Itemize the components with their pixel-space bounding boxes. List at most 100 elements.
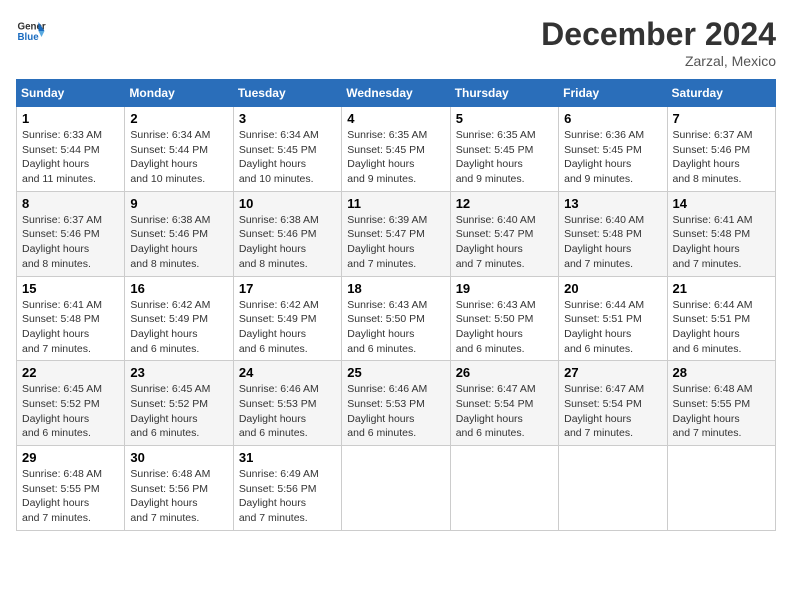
- logo: General Blue: [16, 16, 46, 46]
- day-number: 29: [22, 450, 119, 465]
- day-number: 31: [239, 450, 336, 465]
- weekday-thursday: Thursday: [450, 80, 558, 107]
- day-info: Sunrise: 6:45 AMSunset: 5:52 PMDaylight …: [130, 382, 227, 441]
- day-number: 2: [130, 111, 227, 126]
- day-info: Sunrise: 6:35 AMSunset: 5:45 PMDaylight …: [347, 128, 444, 187]
- day-cell: 2 Sunrise: 6:34 AMSunset: 5:44 PMDaylight…: [125, 107, 233, 192]
- day-number: 5: [456, 111, 553, 126]
- day-number: 25: [347, 365, 444, 380]
- day-info: Sunrise: 6:34 AMSunset: 5:44 PMDaylight …: [130, 128, 227, 187]
- weekday-saturday: Saturday: [667, 80, 775, 107]
- week-row-2: 8 Sunrise: 6:37 AMSunset: 5:46 PMDaylight…: [17, 191, 776, 276]
- logo-icon: General Blue: [16, 16, 46, 46]
- day-number: 22: [22, 365, 119, 380]
- day-cell: 16Sunrise: 6:42 AMSunset: 5:49 PMDayligh…: [125, 276, 233, 361]
- day-info: Sunrise: 6:48 AMSunset: 5:55 PMDaylight …: [673, 382, 770, 441]
- day-info: Sunrise: 6:38 AMSunset: 5:46 PMDaylight …: [239, 213, 336, 272]
- day-number: 13: [564, 196, 661, 211]
- day-cell: 31 Sunrise: 6:49 AMSunset: 5:56 PMDayligh…: [233, 446, 341, 531]
- day-info: Sunrise: 6:49 AMSunset: 5:56 PMDaylight …: [239, 467, 336, 526]
- day-cell: 24 Sunrise: 6:46 AMSunset: 5:53 PMDayligh…: [233, 361, 341, 446]
- day-info: Sunrise: 6:39 AMSunset: 5:47 PMDaylight …: [347, 213, 444, 272]
- day-cell: 1 Sunrise: 6:33 AMSunset: 5:44 PMDaylight…: [17, 107, 125, 192]
- day-number: 8: [22, 196, 119, 211]
- day-info: Sunrise: 6:42 AMSunset: 5:49 PMDaylight …: [130, 298, 227, 357]
- weekday-wednesday: Wednesday: [342, 80, 450, 107]
- day-cell: [559, 446, 667, 531]
- day-info: Sunrise: 6:43 AMSunset: 5:50 PMDaylight …: [347, 298, 444, 357]
- day-number: 15: [22, 281, 119, 296]
- day-number: 9: [130, 196, 227, 211]
- day-number: 23: [130, 365, 227, 380]
- weekday-sunday: Sunday: [17, 80, 125, 107]
- day-cell: [342, 446, 450, 531]
- day-info: Sunrise: 6:44 AMSunset: 5:51 PMDaylight …: [564, 298, 661, 357]
- day-cell: 17 Sunrise: 6:42 AMSunset: 5:49 PMDayligh…: [233, 276, 341, 361]
- day-number: 17: [239, 281, 336, 296]
- day-cell: 12 Sunrise: 6:40 AMSunset: 5:47 PMDayligh…: [450, 191, 558, 276]
- month-title: December 2024: [541, 16, 776, 53]
- day-info: Sunrise: 6:44 AMSunset: 5:51 PMDaylight …: [673, 298, 770, 357]
- day-number: 24: [239, 365, 336, 380]
- day-cell: 18 Sunrise: 6:43 AMSunset: 5:50 PMDayligh…: [342, 276, 450, 361]
- day-number: 1: [22, 111, 119, 126]
- day-info: Sunrise: 6:40 AMSunset: 5:48 PMDaylight …: [564, 213, 661, 272]
- day-cell: 4 Sunrise: 6:35 AMSunset: 5:45 PMDaylight…: [342, 107, 450, 192]
- day-number: 12: [456, 196, 553, 211]
- day-cell: 22 Sunrise: 6:45 AMSunset: 5:52 PMDayligh…: [17, 361, 125, 446]
- day-cell: [450, 446, 558, 531]
- day-info: Sunrise: 6:38 AMSunset: 5:46 PMDaylight …: [130, 213, 227, 272]
- day-number: 26: [456, 365, 553, 380]
- day-info: Sunrise: 6:35 AMSunset: 5:45 PMDaylight …: [456, 128, 553, 187]
- day-cell: 8 Sunrise: 6:37 AMSunset: 5:46 PMDaylight…: [17, 191, 125, 276]
- weekday-friday: Friday: [559, 80, 667, 107]
- day-info: Sunrise: 6:34 AMSunset: 5:45 PMDaylight …: [239, 128, 336, 187]
- day-cell: 7Sunrise: 6:37 AMSunset: 5:46 PMDaylight…: [667, 107, 775, 192]
- day-cell: 5 Sunrise: 6:35 AMSunset: 5:45 PMDaylight…: [450, 107, 558, 192]
- day-info: Sunrise: 6:42 AMSunset: 5:49 PMDaylight …: [239, 298, 336, 357]
- day-cell: 30Sunrise: 6:48 AMSunset: 5:56 PMDayligh…: [125, 446, 233, 531]
- weekday-tuesday: Tuesday: [233, 80, 341, 107]
- day-info: Sunrise: 6:43 AMSunset: 5:50 PMDaylight …: [456, 298, 553, 357]
- day-number: 21: [673, 281, 770, 296]
- day-cell: 6 Sunrise: 6:36 AMSunset: 5:45 PMDaylight…: [559, 107, 667, 192]
- day-number: 6: [564, 111, 661, 126]
- day-cell: 19 Sunrise: 6:43 AMSunset: 5:50 PMDayligh…: [450, 276, 558, 361]
- day-cell: 20 Sunrise: 6:44 AMSunset: 5:51 PMDayligh…: [559, 276, 667, 361]
- week-row-4: 22 Sunrise: 6:45 AMSunset: 5:52 PMDayligh…: [17, 361, 776, 446]
- day-info: Sunrise: 6:48 AMSunset: 5:55 PMDaylight …: [22, 467, 119, 526]
- weekday-monday: Monday: [125, 80, 233, 107]
- day-cell: 21 Sunrise: 6:44 AMSunset: 5:51 PMDayligh…: [667, 276, 775, 361]
- day-cell: 14Sunrise: 6:41 AMSunset: 5:48 PMDayligh…: [667, 191, 775, 276]
- day-number: 19: [456, 281, 553, 296]
- day-number: 20: [564, 281, 661, 296]
- day-cell: 10Sunrise: 6:38 AMSunset: 5:46 PMDayligh…: [233, 191, 341, 276]
- day-number: 11: [347, 196, 444, 211]
- day-number: 28: [673, 365, 770, 380]
- day-info: Sunrise: 6:46 AMSunset: 5:53 PMDaylight …: [347, 382, 444, 441]
- day-number: 27: [564, 365, 661, 380]
- day-info: Sunrise: 6:41 AMSunset: 5:48 PMDaylight …: [673, 213, 770, 272]
- day-info: Sunrise: 6:46 AMSunset: 5:53 PMDaylight …: [239, 382, 336, 441]
- day-number: 18: [347, 281, 444, 296]
- day-info: Sunrise: 6:41 AMSunset: 5:48 PMDaylight …: [22, 298, 119, 357]
- week-row-5: 29 Sunrise: 6:48 AMSunset: 5:55 PMDayligh…: [17, 446, 776, 531]
- day-cell: 25 Sunrise: 6:46 AMSunset: 5:53 PMDayligh…: [342, 361, 450, 446]
- day-info: Sunrise: 6:33 AMSunset: 5:44 PMDaylight …: [22, 128, 119, 187]
- weekday-header-row: SundayMondayTuesdayWednesdayThursdayFrid…: [17, 80, 776, 107]
- day-info: Sunrise: 6:37 AMSunset: 5:46 PMDaylight …: [673, 128, 770, 187]
- day-cell: 15 Sunrise: 6:41 AMSunset: 5:48 PMDayligh…: [17, 276, 125, 361]
- day-number: 4: [347, 111, 444, 126]
- day-cell: 26Sunrise: 6:47 AMSunset: 5:54 PMDayligh…: [450, 361, 558, 446]
- day-info: Sunrise: 6:36 AMSunset: 5:45 PMDaylight …: [564, 128, 661, 187]
- day-cell: 28 Sunrise: 6:48 AMSunset: 5:55 PMDayligh…: [667, 361, 775, 446]
- day-number: 30: [130, 450, 227, 465]
- day-number: 3: [239, 111, 336, 126]
- svg-text:Blue: Blue: [18, 32, 40, 43]
- day-cell: 11 Sunrise: 6:39 AMSunset: 5:47 PMDayligh…: [342, 191, 450, 276]
- day-cell: 23 Sunrise: 6:45 AMSunset: 5:52 PMDayligh…: [125, 361, 233, 446]
- week-row-3: 15 Sunrise: 6:41 AMSunset: 5:48 PMDayligh…: [17, 276, 776, 361]
- day-info: Sunrise: 6:45 AMSunset: 5:52 PMDaylight …: [22, 382, 119, 441]
- day-info: Sunrise: 6:40 AMSunset: 5:47 PMDaylight …: [456, 213, 553, 272]
- day-info: Sunrise: 6:37 AMSunset: 5:46 PMDaylight …: [22, 213, 119, 272]
